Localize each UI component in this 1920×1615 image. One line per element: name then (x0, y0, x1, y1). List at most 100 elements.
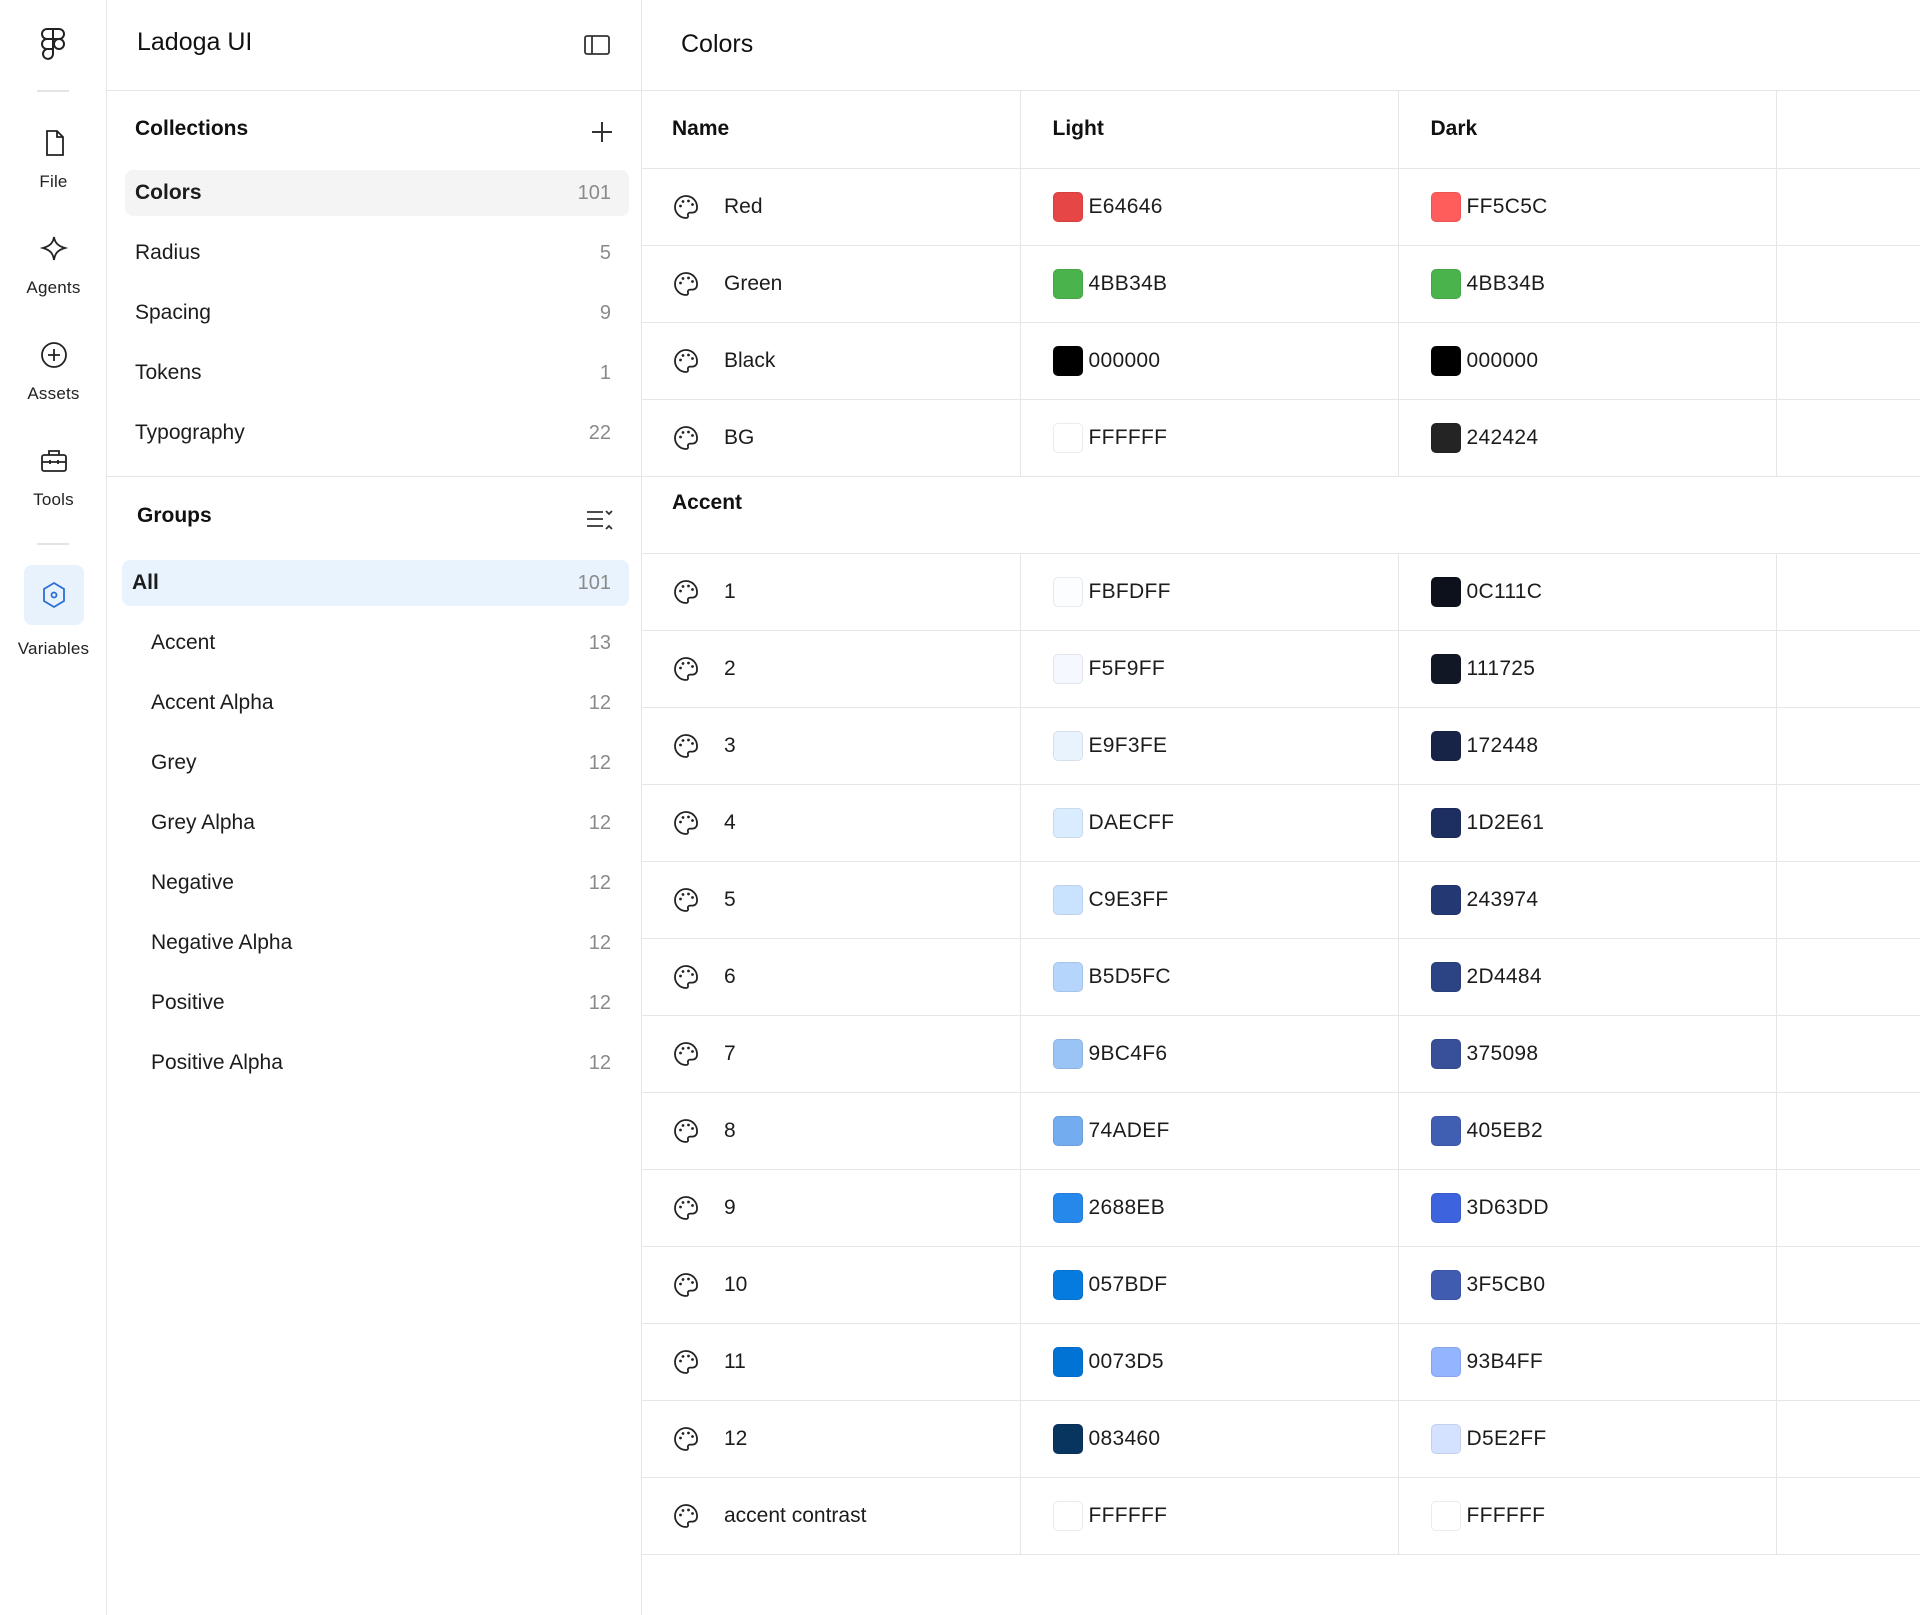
dark-color-swatch[interactable] (1430, 1500, 1461, 1531)
collection-item-tokens[interactable]: Tokens 1 (125, 350, 629, 396)
table-row[interactable]: 9 2688EB 3D63DD (642, 1169, 1920, 1247)
variable-name-cell[interactable]: 11 (642, 1323, 1021, 1401)
table-row[interactable]: 5 C9E3FF 243974 (642, 861, 1920, 939)
collection-item-radius[interactable]: Radius 5 (125, 230, 629, 276)
dark-value-cell[interactable]: 375098 (1398, 1015, 1777, 1093)
dark-value-cell[interactable]: FF5C5C (1398, 168, 1777, 246)
group-item-positive-alpha[interactable]: Positive Alpha 12 (125, 1040, 629, 1086)
group-item-negative[interactable]: Negative 12 (125, 860, 629, 906)
dark-color-swatch[interactable] (1430, 268, 1461, 299)
dark-value-cell[interactable]: D5E2FF (1398, 1400, 1777, 1478)
light-color-swatch[interactable] (1052, 1346, 1083, 1377)
sort-groups-icon[interactable] (585, 507, 615, 533)
light-color-swatch[interactable] (1052, 1423, 1083, 1454)
dark-color-swatch[interactable] (1430, 961, 1461, 992)
table-row[interactable]: 8 74ADEF 405EB2 (642, 1092, 1920, 1170)
light-value-cell[interactable]: B5D5FC (1020, 938, 1399, 1016)
light-color-swatch[interactable] (1052, 807, 1083, 838)
variable-name-cell[interactable]: 6 (642, 938, 1021, 1016)
dark-value-cell[interactable]: 93B4FF (1398, 1323, 1777, 1401)
light-color-swatch[interactable] (1052, 268, 1083, 299)
dark-value-cell[interactable]: 405EB2 (1398, 1092, 1777, 1170)
dark-value-cell[interactable]: 242424 (1398, 399, 1777, 477)
rail-item-variables[interactable]: Variables (0, 565, 107, 659)
dark-color-swatch[interactable] (1430, 1038, 1461, 1069)
dark-color-swatch[interactable] (1430, 1346, 1461, 1377)
light-color-swatch[interactable] (1052, 1038, 1083, 1069)
dark-value-cell[interactable]: 172448 (1398, 707, 1777, 785)
light-value-cell[interactable]: FFFFFF (1020, 1477, 1399, 1555)
variable-name-cell[interactable]: accent contrast (642, 1477, 1021, 1555)
collection-item-colors[interactable]: Colors 101 (125, 170, 629, 216)
dark-value-cell[interactable]: 3D63DD (1398, 1169, 1777, 1247)
rail-item-assets[interactable]: Assets (0, 340, 107, 404)
light-color-swatch[interactable] (1052, 884, 1083, 915)
variable-name-cell[interactable]: 7 (642, 1015, 1021, 1093)
light-value-cell[interactable]: E9F3FE (1020, 707, 1399, 785)
dark-value-cell[interactable]: 3F5CB0 (1398, 1246, 1777, 1324)
dark-color-swatch[interactable] (1430, 807, 1461, 838)
dark-value-cell[interactable]: 1D2E61 (1398, 784, 1777, 862)
dark-value-cell[interactable]: 4BB34B (1398, 245, 1777, 323)
table-row[interactable]: 4 DAECFF 1D2E61 (642, 784, 1920, 862)
light-value-cell[interactable]: 083460 (1020, 1400, 1399, 1478)
light-value-cell[interactable]: FBFDFF (1020, 553, 1399, 631)
dark-color-swatch[interactable] (1430, 884, 1461, 915)
variable-name-cell[interactable]: 2 (642, 630, 1021, 708)
group-item-grey-alpha[interactable]: Grey Alpha 12 (125, 800, 629, 846)
rail-item-tools[interactable]: Tools (0, 446, 107, 510)
dark-color-swatch[interactable] (1430, 1269, 1461, 1300)
variable-name-cell[interactable]: Black (642, 322, 1021, 400)
dark-value-cell[interactable]: 2D4484 (1398, 938, 1777, 1016)
table-row[interactable]: Green 4BB34B 4BB34B (642, 245, 1920, 323)
sidebar-toggle-icon[interactable] (583, 33, 611, 57)
dark-color-swatch[interactable] (1430, 1423, 1461, 1454)
rail-item-agents[interactable]: Agents (0, 234, 107, 298)
light-color-swatch[interactable] (1052, 1192, 1083, 1223)
variable-name-cell[interactable]: Green (642, 245, 1021, 323)
rail-item-file[interactable]: File (0, 128, 107, 192)
dark-value-cell[interactable]: 111725 (1398, 630, 1777, 708)
dark-value-cell[interactable]: 000000 (1398, 322, 1777, 400)
light-value-cell[interactable]: F5F9FF (1020, 630, 1399, 708)
dark-value-cell[interactable]: 243974 (1398, 861, 1777, 939)
light-value-cell[interactable]: 4BB34B (1020, 245, 1399, 323)
variable-name-cell[interactable]: 1 (642, 553, 1021, 631)
dark-color-swatch[interactable] (1430, 422, 1461, 453)
light-color-swatch[interactable] (1052, 1500, 1083, 1531)
group-item-all[interactable]: All 101 (122, 560, 629, 606)
group-item-accent-alpha[interactable]: Accent Alpha 12 (125, 680, 629, 726)
dark-color-swatch[interactable] (1430, 1115, 1461, 1146)
table-row[interactable]: 6 B5D5FC 2D4484 (642, 938, 1920, 1016)
light-value-cell[interactable]: FFFFFF (1020, 399, 1399, 477)
table-row[interactable]: BG FFFFFF 242424 (642, 399, 1920, 477)
table-row[interactable]: 1 FBFDFF 0C111C (642, 553, 1920, 631)
group-item-positive[interactable]: Positive 12 (125, 980, 629, 1026)
light-value-cell[interactable]: 000000 (1020, 322, 1399, 400)
light-value-cell[interactable]: 0073D5 (1020, 1323, 1399, 1401)
light-value-cell[interactable]: 74ADEF (1020, 1092, 1399, 1170)
table-row[interactable]: 10 057BDF 3F5CB0 (642, 1246, 1920, 1324)
variable-name-cell[interactable]: 5 (642, 861, 1021, 939)
light-color-swatch[interactable] (1052, 422, 1083, 453)
collection-item-typography[interactable]: Typography 22 (125, 410, 629, 456)
light-color-swatch[interactable] (1052, 191, 1083, 222)
dark-color-swatch[interactable] (1430, 191, 1461, 222)
dark-color-swatch[interactable] (1430, 730, 1461, 761)
group-item-accent[interactable]: Accent 13 (125, 620, 629, 666)
light-value-cell[interactable]: DAECFF (1020, 784, 1399, 862)
light-value-cell[interactable]: C9E3FF (1020, 861, 1399, 939)
dark-color-swatch[interactable] (1430, 345, 1461, 376)
light-value-cell[interactable]: 9BC4F6 (1020, 1015, 1399, 1093)
light-value-cell[interactable]: 057BDF (1020, 1246, 1399, 1324)
table-row[interactable]: Red E64646 FF5C5C (642, 168, 1920, 246)
table-row[interactable]: 11 0073D5 93B4FF (642, 1323, 1920, 1401)
dark-value-cell[interactable]: 0C111C (1398, 553, 1777, 631)
variable-name-cell[interactable]: 3 (642, 707, 1021, 785)
light-color-swatch[interactable] (1052, 961, 1083, 992)
table-row[interactable]: accent contrast FFFFFF FFFFFF (642, 1477, 1920, 1555)
light-value-cell[interactable]: 2688EB (1020, 1169, 1399, 1247)
light-color-swatch[interactable] (1052, 1115, 1083, 1146)
add-collection-icon[interactable] (589, 119, 615, 145)
light-color-swatch[interactable] (1052, 1269, 1083, 1300)
